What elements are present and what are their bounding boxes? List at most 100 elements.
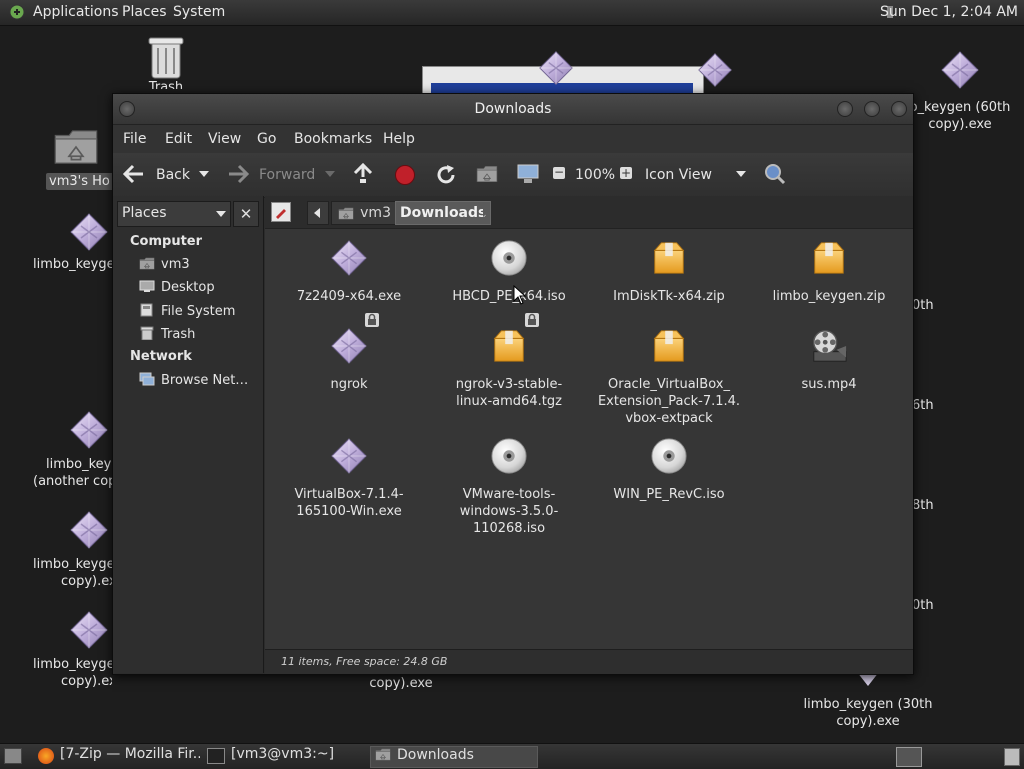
minimize-button[interactable] (837, 101, 853, 117)
file-item[interactable]: VMware-tools- windows-3.5.0- 110268.iso (429, 437, 589, 537)
file-icon-view[interactable]: 7z2409-x64.exe HBCD_PE_x64.iso ImDiskTk-… (265, 229, 913, 649)
menu-edit[interactable]: Edit (165, 131, 192, 147)
view-mode-dropdown-icon[interactable] (736, 171, 746, 177)
terminal-icon (207, 748, 225, 764)
status-bar: 11 items, Free space: 24.8 GB (265, 649, 913, 674)
desktop-keygen-30th[interactable]: limbo_keygen (30th copy).exe (800, 672, 936, 730)
file-name-line-3: 110268.iso (472, 521, 546, 536)
desktop-keygen-right[interactable]: o_keygen (60th copy).exe (896, 50, 1024, 133)
exe-icon (940, 50, 980, 90)
desktop-home-label: vm3's Ho (46, 173, 112, 190)
up-arrow-icon[interactable] (353, 162, 373, 189)
sidebar-item-vm3[interactable]: vm3 (139, 257, 190, 272)
sidebar-item-label: Trash (161, 327, 196, 342)
forward-button[interactable]: Forward (259, 167, 315, 183)
back-button[interactable]: Back (156, 167, 190, 183)
zoom-in-icon[interactable]: + (620, 167, 632, 179)
file-item[interactable]: VirtualBox-7.1.4- 165100-Win.exe (269, 437, 429, 520)
exe-icon (538, 50, 574, 86)
desktop-peek-label-1: 0th (912, 298, 934, 313)
desktop-keygen-3[interactable]: limbo_keyge copy).exe (33, 510, 112, 590)
menu-view[interactable]: View (208, 131, 241, 147)
menu-go[interactable]: Go (257, 131, 276, 147)
file-item[interactable]: HBCD_PE_x64.iso (429, 239, 589, 305)
file-item[interactable]: Oracle_VirtualBox_ Extension_Pack-7.1.4.… (589, 327, 749, 427)
video-icon (810, 327, 848, 365)
menu-bookmarks[interactable]: Bookmarks (294, 131, 372, 147)
edit-location-icon[interactable] (271, 202, 291, 222)
desktop-keygen-2[interactable]: limbo_keyge (another cop (33, 410, 112, 490)
home-folder-icon (53, 128, 99, 166)
menu-help[interactable]: Help (383, 131, 415, 147)
sidebar-item-browse-network[interactable]: Browse Net… (139, 372, 248, 388)
distro-logo-icon[interactable] (9, 4, 25, 24)
menu-file[interactable]: File (123, 131, 146, 147)
home-icon[interactable] (476, 165, 498, 187)
trash-applet-icon[interactable] (1004, 748, 1020, 766)
file-item[interactable]: sus.mp4 (749, 327, 909, 393)
sidebar-item-file-system[interactable]: File System (139, 303, 235, 319)
close-button[interactable] (891, 101, 907, 117)
path-back-icon[interactable] (307, 201, 329, 225)
zoom-level: 100% (575, 167, 616, 183)
sidebar-item-trash[interactable]: Trash (139, 326, 195, 342)
file-item[interactable]: limbo_keygen.zip (749, 239, 909, 305)
breadcrumb-downloads[interactable]: Downloads (395, 201, 492, 225)
sidebar-section-network: Network (130, 349, 192, 364)
taskbar-item-downloads[interactable]: Downloads (370, 746, 538, 768)
desktop-keygen-3-line2: copy).exe (61, 574, 112, 589)
desktop-keygen-30th-line2: copy).exe (836, 714, 900, 729)
breadcrumb-vm3[interactable]: vm3 (331, 201, 398, 225)
window-title: Downloads (474, 101, 552, 117)
sidebar-type-select[interactable]: Places (117, 201, 231, 227)
sidebar-item-label: File System (161, 304, 236, 319)
desktop-under-window-label: copy).exe (369, 676, 433, 691)
file-item[interactable]: ImDiskTk-x64.zip (589, 239, 749, 305)
stop-icon[interactable] (395, 165, 415, 185)
zoom-out-icon[interactable]: − (553, 166, 565, 179)
chevron-down-icon (216, 211, 226, 217)
taskbar-item-firefox[interactable]: [7-Zip — Mozilla Fir... (60, 746, 200, 766)
search-icon[interactable] (764, 163, 786, 189)
clock[interactable]: Sun Dec 1, 2:04 AM (880, 4, 1018, 20)
show-desktop-icon[interactable] (4, 748, 22, 764)
exe-icon (69, 410, 109, 450)
sidebar-close-button[interactable]: ✕ (233, 201, 259, 227)
maximize-button[interactable] (864, 101, 880, 117)
system-menu[interactable]: System (173, 4, 225, 20)
forward-arrow-icon[interactable] (227, 164, 250, 188)
window-titlebar[interactable]: Downloads (113, 94, 913, 125)
desktop-keygen-1[interactable]: limbo_keyge (33, 212, 112, 273)
desktop-peek-label-4: 0th (912, 598, 934, 613)
computer-icon[interactable] (517, 164, 539, 188)
desktop-home-folder[interactable]: vm3's Ho (40, 128, 112, 190)
back-dropdown-icon[interactable] (199, 171, 209, 177)
toolbar: Back Forward − 100% + Icon View (113, 153, 913, 198)
file-item[interactable]: ngrok-v3-stable- linux-amd64.tgz (429, 313, 589, 410)
home-folder-icon (338, 207, 354, 224)
file-item[interactable]: 7z2409-x64.exe (269, 239, 429, 305)
desktop-keygen-4[interactable]: limbo_keyge copy).exe (33, 610, 112, 690)
forward-dropdown-icon[interactable] (325, 171, 335, 177)
desktop-trash[interactable]: Trash (111, 34, 221, 89)
desktop-keygen-1-line1: limbo_keyge (33, 257, 112, 272)
exe-icon (69, 610, 109, 650)
file-name: 7z2409-x64.exe (296, 289, 402, 304)
top-panel: Applications Places System Sun Dec 1, 2:… (0, 0, 1024, 26)
file-name-line-1: VMware-tools- (462, 487, 556, 502)
drive-icon (139, 303, 155, 317)
applications-menu[interactable]: Applications (33, 4, 119, 20)
sidebar-type-label: Places (122, 205, 167, 221)
file-item[interactable]: WIN_PE_RevC.iso (589, 437, 749, 503)
reload-icon[interactable] (435, 164, 457, 190)
sidebar-item-desktop[interactable]: Desktop (139, 280, 215, 295)
taskbar-item-terminal[interactable]: [vm3@vm3:~] (231, 746, 361, 766)
back-arrow-icon[interactable] (122, 164, 145, 188)
path-forward-icon[interactable] (483, 207, 489, 217)
desktop-keygen-right-line1: o_keygen (60th (909, 100, 1011, 115)
disc-icon (490, 239, 528, 277)
view-mode-select[interactable]: Icon View (645, 167, 712, 183)
workspace-switcher[interactable] (896, 747, 922, 767)
places-menu[interactable]: Places (122, 4, 167, 20)
file-item[interactable]: ngrok (269, 313, 429, 393)
